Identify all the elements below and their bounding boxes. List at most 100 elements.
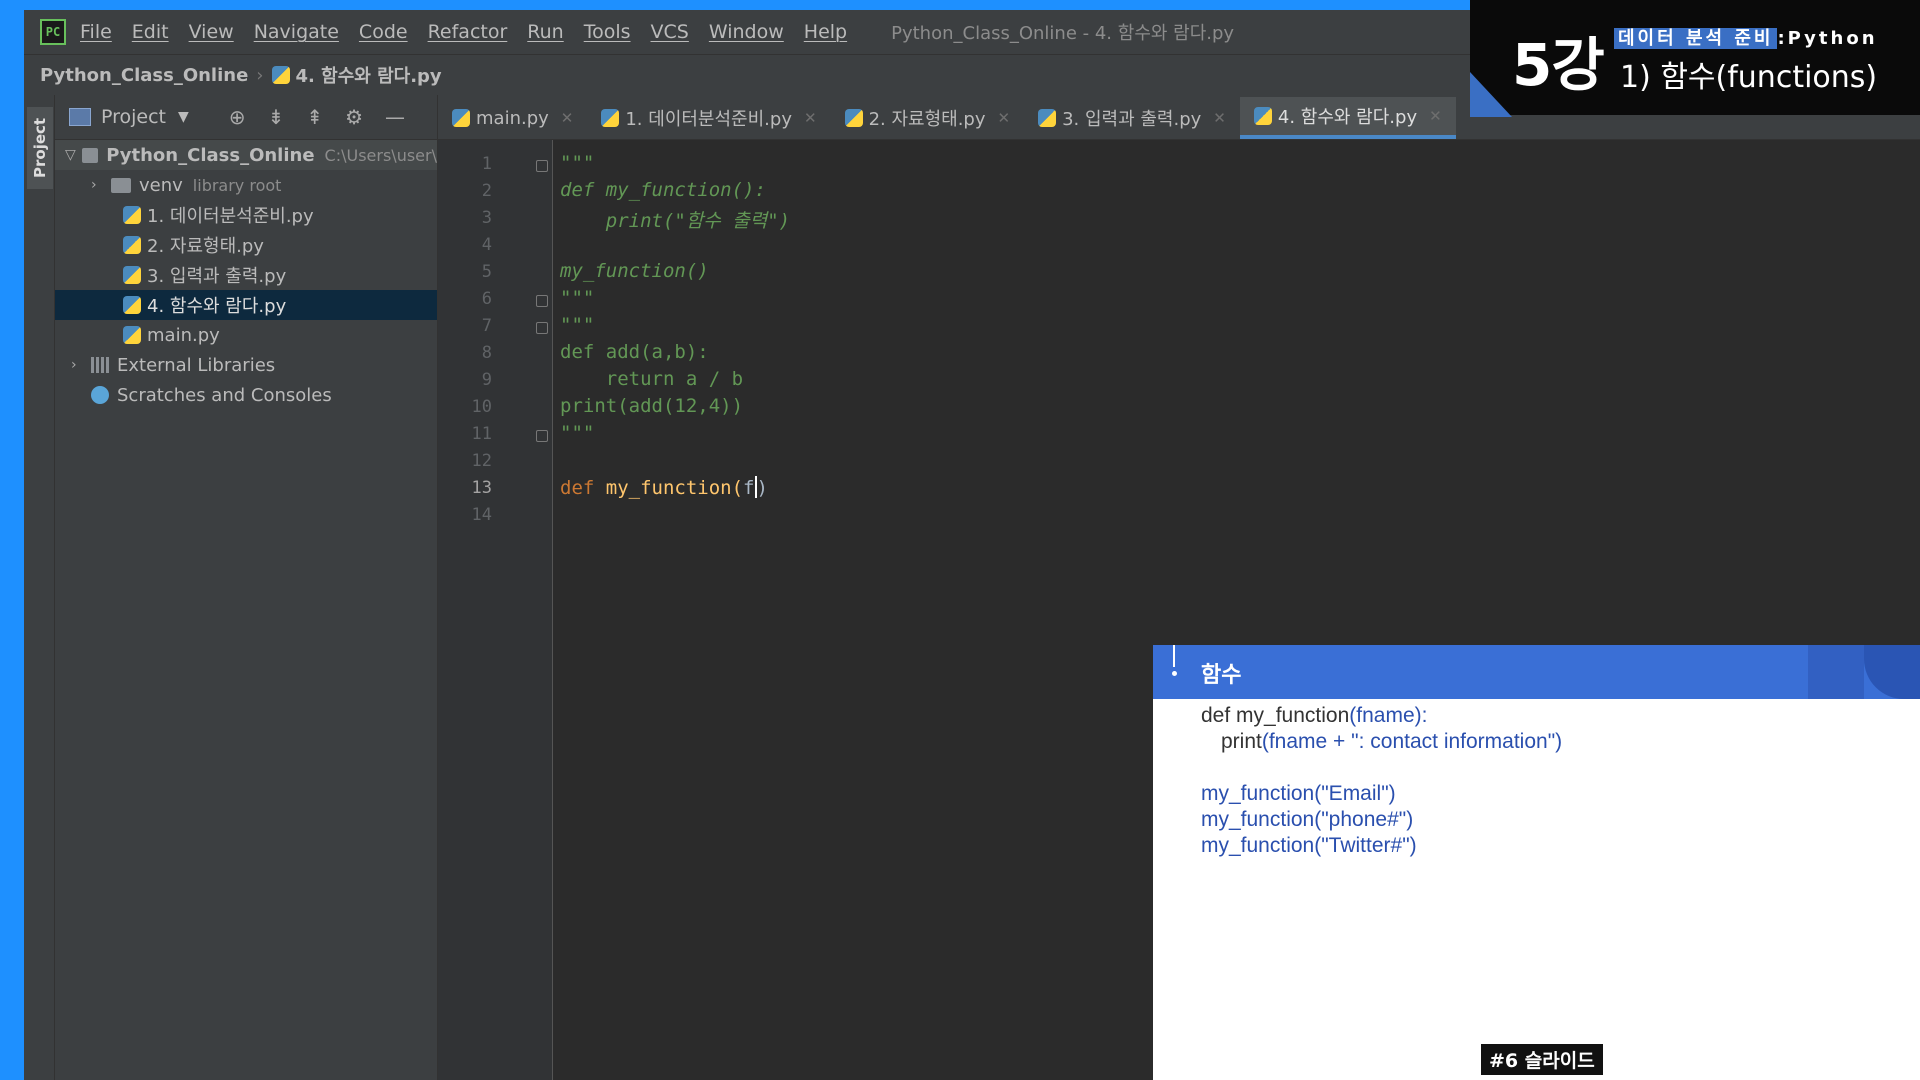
tree-file-label: 3. 입력과 출력.py: [147, 266, 287, 287]
lecture-decoration: [1470, 72, 1512, 117]
menu-edit[interactable]: Edit: [132, 21, 169, 43]
menu-window[interactable]: Window: [709, 21, 784, 43]
tree-item-root[interactable]: ▽ Python_Class_Online C:\Users\user\: [55, 140, 437, 170]
slide-header-line: [1173, 645, 1175, 667]
slide-code-token: ("Twitter#"): [1314, 834, 1417, 857]
menu-tools[interactable]: Tools: [584, 21, 631, 43]
project-view-selector[interactable]: Project ▼: [69, 106, 189, 128]
code-argument: f: [743, 477, 755, 499]
python-file-icon: [601, 109, 620, 127]
close-icon[interactable]: ✕: [1213, 109, 1226, 127]
slide-code-token: print: [1221, 730, 1262, 753]
tree-file-label: 2. 자료형태.py: [147, 236, 264, 257]
tab-functions-lambda[interactable]: 4. 함수와 람다.py ✕: [1239, 97, 1456, 139]
line-number: 6: [481, 289, 492, 309]
line-number: 9: [481, 370, 492, 390]
locate-icon[interactable]: ⊕: [229, 105, 246, 129]
scratches-icon: [91, 386, 109, 404]
tree-item-file[interactable]: 1. 데이터분석준비.py: [55, 200, 437, 230]
tree-item-external-libraries[interactable]: › External Libraries: [55, 350, 437, 380]
menu-file[interactable]: File: [80, 21, 112, 43]
tree-item-file[interactable]: main.py: [55, 320, 437, 350]
python-file-icon: [123, 206, 141, 224]
menu-code[interactable]: Code: [359, 21, 408, 43]
tab-label: 2. 자료형태.py: [868, 109, 986, 130]
line-number: 3: [481, 208, 492, 228]
code-token: def: [560, 179, 606, 201]
tool-window-strip: Project: [24, 95, 55, 1080]
menu-run[interactable]: Run: [527, 21, 563, 43]
tree-root-label: Python_Class_Online: [106, 144, 315, 166]
menu-navigate[interactable]: Navigate: [254, 21, 339, 43]
tab-input-output[interactable]: 3. 입력과 출력.py ✕: [1024, 97, 1240, 139]
tab-label: 1. 데이터분석준비.py: [625, 109, 792, 130]
tree-venv-label: venv: [139, 174, 183, 196]
project-icon: [69, 108, 91, 126]
code-line: return a / b: [560, 368, 744, 390]
slide-code-token: my_function: [1201, 834, 1315, 857]
line-number-current: 13: [471, 478, 492, 498]
tab-main[interactable]: main.py ✕: [438, 97, 587, 139]
tree-item-file[interactable]: 3. 입력과 출력.py: [55, 260, 437, 290]
menu-view[interactable]: View: [189, 21, 234, 43]
slide-code-token: ("phone#"): [1314, 808, 1414, 831]
fold-marker-icon[interactable]: [536, 160, 548, 172]
code-keyword: def: [560, 477, 606, 499]
menu-vcs[interactable]: VCS: [651, 21, 689, 43]
close-icon[interactable]: ✕: [804, 109, 817, 127]
project-tool-button[interactable]: Project: [27, 107, 53, 189]
line-number-gutter: 1 2 3 4 5 6 7 8 9 10 11 12 13 14: [438, 140, 553, 1080]
slide-code-line: my_function("phone#"): [1201, 807, 1562, 833]
menu-refactor[interactable]: Refactor: [428, 21, 508, 43]
slide-header-decoration: [1864, 645, 1920, 699]
close-icon[interactable]: ✕: [1429, 107, 1442, 125]
python-file-icon: [844, 109, 863, 127]
slide-number-badge: #6 슬라이드: [1481, 1044, 1603, 1075]
slide-code-token: ("Email"): [1314, 782, 1396, 805]
chevron-right-icon: ›: [91, 177, 97, 193]
tree-item-scratches[interactable]: Scratches and Consoles: [55, 380, 437, 410]
folder-icon: [111, 177, 131, 193]
code-line: """: [560, 314, 595, 336]
python-file-icon: [1253, 107, 1272, 125]
breadcrumb-root[interactable]: Python_Class_Online: [40, 65, 248, 86]
breadcrumb-file[interactable]: 4. 함수와 람다.py: [296, 62, 442, 88]
folder-icon: [81, 147, 99, 163]
code-line: """: [560, 422, 595, 444]
collapse-all-icon[interactable]: ⇞: [306, 105, 323, 129]
tree-root-path: C:\Users\user\: [324, 145, 437, 165]
tree-item-venv[interactable]: › venv library root: [55, 170, 437, 200]
code-function-name: my_function(: [605, 477, 744, 499]
close-icon[interactable]: ✕: [998, 109, 1011, 127]
code-line: def add(a,b):: [560, 341, 709, 363]
expand-all-icon[interactable]: ⇟: [268, 105, 285, 129]
slide-code-blank: [1201, 755, 1562, 781]
code-line: def my_function():: [560, 179, 766, 201]
close-icon[interactable]: ✕: [561, 109, 574, 127]
line-number: 5: [481, 262, 492, 282]
line-number: 2: [481, 181, 492, 201]
slide-code-token: my_function: [1201, 808, 1315, 831]
lecture-subtitle: 1) 함수(functions): [1620, 60, 1878, 95]
tree-file-label: main.py: [147, 324, 220, 346]
gear-icon[interactable]: ⚙: [345, 105, 363, 129]
menu-help[interactable]: Help: [804, 21, 847, 43]
chevron-down-icon: ▽: [65, 147, 76, 163]
tree-item-file-selected[interactable]: 4. 함수와 람다.py: [55, 290, 437, 320]
tab-label: 3. 입력과 출력.py: [1062, 109, 1202, 130]
slide-header-decoration: [1808, 645, 1864, 699]
tree-file-label: 1. 데이터분석준비.py: [147, 206, 314, 227]
fold-marker-icon[interactable]: [536, 295, 548, 307]
fold-marker-icon[interactable]: [536, 322, 548, 334]
hide-icon[interactable]: —: [385, 105, 405, 129]
slide-code-token: (fname + ": contact information"): [1261, 730, 1563, 753]
fold-marker-icon[interactable]: [536, 430, 548, 442]
video-frame-top: [0, 0, 1470, 10]
python-file-icon: [123, 236, 141, 254]
tab-data-analysis-prep[interactable]: 1. 데이터분석준비.py ✕: [587, 97, 830, 139]
tab-data-types[interactable]: 2. 자료형태.py ✕: [831, 97, 1025, 139]
lecture-tag: 데이터 분석 준비:Python: [1614, 24, 1878, 50]
python-file-icon: [271, 66, 290, 84]
slide-title: 함수: [1201, 663, 1242, 688]
tree-item-file[interactable]: 2. 자료형태.py: [55, 230, 437, 260]
